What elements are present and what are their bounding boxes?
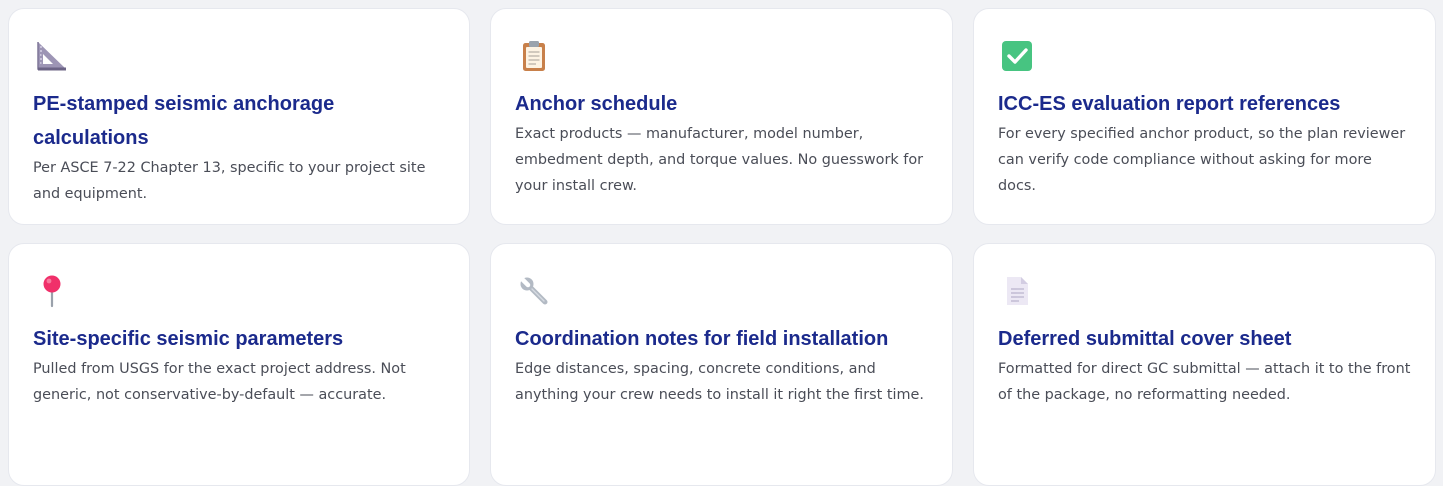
card-title: ICC-ES evaluation report references [998, 93, 1341, 115]
card-description: Pulled from USGS for the exact project a… [33, 361, 406, 403]
round-pushpin-icon [35, 274, 69, 308]
card-title: PE-stamped seismic anchorage calculation… [33, 93, 335, 149]
card-description: For every specified anchor product, so t… [998, 126, 1406, 194]
card-description: Formatted for direct GC submittal — atta… [998, 361, 1411, 403]
card-description: Edge distances, spacing, concrete condit… [515, 361, 924, 403]
page-facing-up-icon [1000, 274, 1034, 308]
deliverable-card-cover-sheet: Deferred submittal cover sheet Formatted… [973, 243, 1436, 486]
card-description: Per ASCE 7-22 Chapter 13, specific to yo… [33, 160, 426, 202]
deliverable-card-anchor-schedule: Anchor schedule Exact products — manufac… [490, 8, 953, 225]
deliverable-card-coordination-notes: Coordination notes for field installatio… [490, 243, 953, 486]
triangular-ruler-icon [35, 39, 69, 73]
card-title: Anchor schedule [515, 93, 678, 115]
card-description: Exact products — manufacturer, model num… [515, 126, 924, 194]
clipboard-icon [517, 39, 551, 73]
card-title: Deferred submittal cover sheet [998, 328, 1292, 350]
card-title: Site-specific seismic parameters [33, 328, 344, 350]
deliverable-card-calculations: PE-stamped seismic anchorage calculation… [8, 8, 470, 225]
deliverables-grid: PE-stamped seismic anchorage calculation… [8, 8, 1436, 486]
check-mark-button-icon [1000, 39, 1034, 73]
wrench-icon [517, 274, 551, 308]
deliverable-card-site-parameters: Site-specific seismic parameters Pulled … [8, 243, 470, 486]
card-title: Coordination notes for field installatio… [515, 328, 889, 350]
deliverable-card-icc-es-reports: ICC-ES evaluation report references For … [973, 8, 1436, 225]
